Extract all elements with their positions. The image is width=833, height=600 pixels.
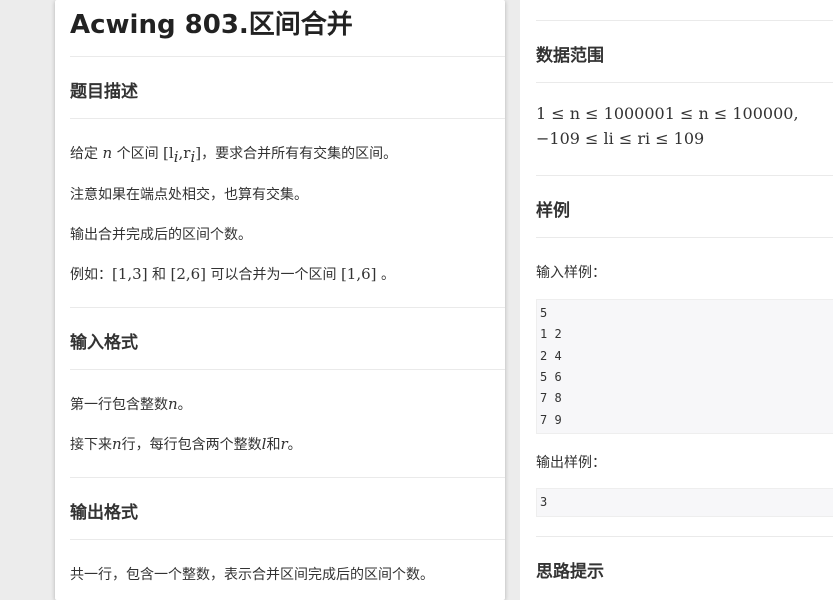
code-line: 1 2	[540, 327, 562, 341]
description-line-4: 例如：[1,3] 和 [2,6] 可以合并为一个区间 [1,6] 。	[70, 265, 395, 283]
divider	[70, 539, 505, 540]
output-format-line-1: 共一行，包含一个整数，表示合并区间完成后的区间个数。	[70, 567, 434, 583]
input-sample-label: 输入样例：	[536, 265, 606, 281]
data-range-heading: 数据范围	[536, 46, 604, 66]
divider	[70, 307, 505, 308]
data-range-line-2: −109 ≤ li ≤ ri ≤ 109	[536, 129, 705, 148]
code-line: 3	[540, 495, 548, 509]
description-line-2: 注意如果在端点处相交，也算有交集。	[70, 187, 308, 203]
divider	[536, 82, 833, 83]
problem-title: Acwing 803.区间合并	[70, 10, 353, 40]
description-line-3: 输出合并完成后的区间个数。	[70, 227, 252, 243]
divider	[536, 536, 833, 537]
details-card: 数据范围 1 ≤ n ≤ 1000001 ≤ n ≤ 100000, −109 …	[520, 0, 833, 600]
code-line: 5 6	[540, 370, 562, 384]
input-format-line-2: 接下来n行，每行包含两个整数l和r。	[70, 435, 302, 453]
sample-heading: 样例	[536, 201, 570, 221]
problem-card: Acwing 803.区间合并 题目描述 给定 n 个区间 [li,ri]，要求…	[55, 0, 505, 600]
divider	[536, 20, 833, 21]
divider	[70, 56, 505, 57]
divider	[70, 477, 505, 478]
description-heading: 题目描述	[70, 82, 138, 102]
input-format-line-1: 第一行包含整数n。	[70, 395, 192, 413]
data-range-line-1: 1 ≤ n ≤ 1000001 ≤ n ≤ 100000,	[536, 104, 799, 123]
hint-heading: 思路提示	[536, 562, 604, 582]
output-format-heading: 输出格式	[70, 503, 138, 523]
divider	[70, 118, 505, 119]
output-sample-code[interactable]: 3	[536, 488, 833, 517]
description-line-1: 给定 n 个区间 [li,ri]，要求合并所有有交集的区间。	[70, 144, 398, 166]
code-line: 2 4	[540, 349, 562, 363]
divider	[536, 175, 833, 176]
code-line: 5	[540, 306, 548, 320]
code-line: 7 8	[540, 391, 562, 405]
divider	[70, 369, 505, 370]
input-sample-code[interactable]: 5 1 2 2 4 5 6 7 8 7 9	[536, 299, 833, 434]
input-format-heading: 输入格式	[70, 333, 138, 353]
divider	[536, 237, 833, 238]
output-sample-label: 输出样例：	[536, 455, 606, 471]
code-line: 7 9	[540, 413, 562, 427]
